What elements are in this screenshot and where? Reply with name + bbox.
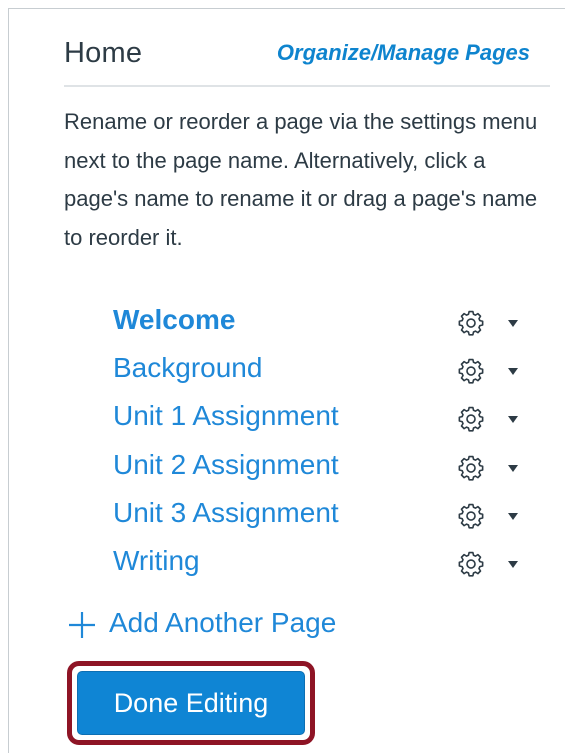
- page-settings-menu[interactable]: [456, 549, 526, 579]
- caret-down-icon[interactable]: [508, 368, 518, 376]
- page-settings-menu[interactable]: [456, 501, 526, 531]
- add-another-page-label[interactable]: Add Another Page: [109, 607, 336, 639]
- gear-icon[interactable]: [456, 501, 486, 531]
- gear-icon[interactable]: [456, 404, 486, 434]
- caret-down-icon[interactable]: [508, 560, 518, 568]
- plus-icon[interactable]: [67, 610, 97, 640]
- page-settings-menu[interactable]: [456, 404, 526, 434]
- gear-icon[interactable]: [456, 549, 486, 579]
- page-name-link[interactable]: Background: [113, 352, 262, 384]
- page-list-item[interactable]: Welcome: [113, 299, 543, 347]
- page-list-item[interactable]: Background: [113, 347, 543, 395]
- caret-down-icon[interactable]: [508, 416, 518, 424]
- done-editing-highlight: Done Editing: [67, 661, 315, 745]
- page-list-item[interactable]: Unit 3 Assignment: [113, 492, 543, 540]
- gear-icon[interactable]: [456, 356, 486, 386]
- caret-down-icon[interactable]: [508, 320, 518, 327]
- page-list: Welcome Background Unit 1 Assignment Uni…: [113, 299, 543, 588]
- page-name-link[interactable]: Unit 1 Assignment: [113, 400, 339, 432]
- page-list-item[interactable]: Writing: [113, 540, 543, 588]
- pages-panel: Home Organize/Manage Pages Rename or reo…: [8, 8, 565, 753]
- page-list-item[interactable]: Unit 2 Assignment: [113, 444, 543, 492]
- page-name-link[interactable]: Unit 3 Assignment: [113, 497, 339, 529]
- page-settings-menu[interactable]: [456, 453, 526, 483]
- page-settings-menu[interactable]: [456, 356, 526, 386]
- caret-down-icon[interactable]: [508, 512, 518, 520]
- organize-manage-pages-link[interactable]: Organize/Manage Pages: [277, 40, 530, 66]
- gear-icon[interactable]: [456, 308, 486, 338]
- page-name-link[interactable]: Unit 2 Assignment: [113, 449, 339, 481]
- instructions-text: Rename or reorder a page via the setting…: [64, 109, 538, 250]
- done-editing-button[interactable]: Done Editing: [77, 671, 305, 735]
- gear-icon[interactable]: [456, 453, 486, 483]
- page-title: Home: [64, 37, 143, 69]
- page-name-link[interactable]: Writing: [113, 545, 200, 577]
- page-list-item[interactable]: Unit 1 Assignment: [113, 395, 543, 443]
- page-settings-menu[interactable]: [456, 308, 526, 338]
- panel-header: Home Organize/Manage Pages: [64, 37, 550, 87]
- caret-down-icon[interactable]: [508, 464, 518, 472]
- page-name-link[interactable]: Welcome: [113, 304, 235, 336]
